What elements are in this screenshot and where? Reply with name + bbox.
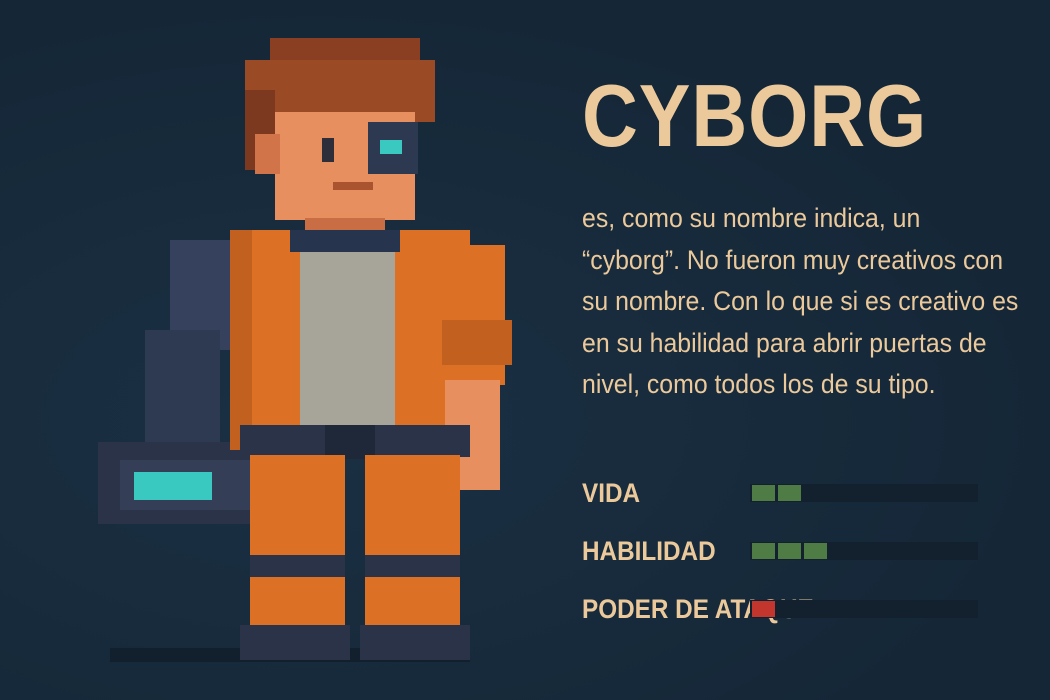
- cyber-eye-lens: [380, 140, 402, 154]
- stat-row-poder-de-ataque: PODER DE ATAQUE: [582, 588, 982, 646]
- stat-segment-filled: [804, 543, 827, 559]
- collar: [290, 230, 400, 252]
- stats-panel: VIDA HABILIDAD PODER DE ATAQUE: [582, 472, 982, 646]
- stat-row-habilidad: HABILIDAD: [582, 530, 982, 588]
- stat-label: VIDA: [582, 478, 641, 508]
- grey-shirt: [300, 240, 395, 440]
- robot-arm-lower: [145, 330, 220, 460]
- stat-row-vida: VIDA: [582, 472, 982, 530]
- right-leg: [365, 455, 460, 625]
- stat-segment-filled: [778, 485, 801, 501]
- character-info-panel: CYBORG es, como su nombre indica, un “cy…: [582, 72, 1022, 406]
- left-boot: [240, 625, 350, 660]
- stat-segment-filled: [778, 543, 801, 559]
- stat-bar-vida: [750, 484, 978, 502]
- stat-segment-filled: [752, 543, 775, 559]
- mouth: [333, 182, 373, 190]
- cyborg-character-sprite: [98, 38, 512, 662]
- stat-segment-filled: [752, 485, 775, 501]
- stat-segment-filled: [752, 601, 775, 617]
- left-leg: [250, 455, 345, 625]
- belt-buckle: [325, 425, 375, 459]
- ear: [255, 134, 280, 174]
- stat-label: HABILIDAD: [582, 536, 716, 566]
- character-name: CYBORG: [582, 66, 928, 165]
- character-description: es, como su nombre indica, un “cyborg”. …: [582, 203, 1019, 400]
- eye: [322, 138, 334, 162]
- stat-bar-poder-de-ataque: [750, 600, 978, 618]
- stat-bar-habilidad: [750, 542, 978, 560]
- right-boot: [360, 625, 470, 660]
- device-screen: [134, 472, 212, 500]
